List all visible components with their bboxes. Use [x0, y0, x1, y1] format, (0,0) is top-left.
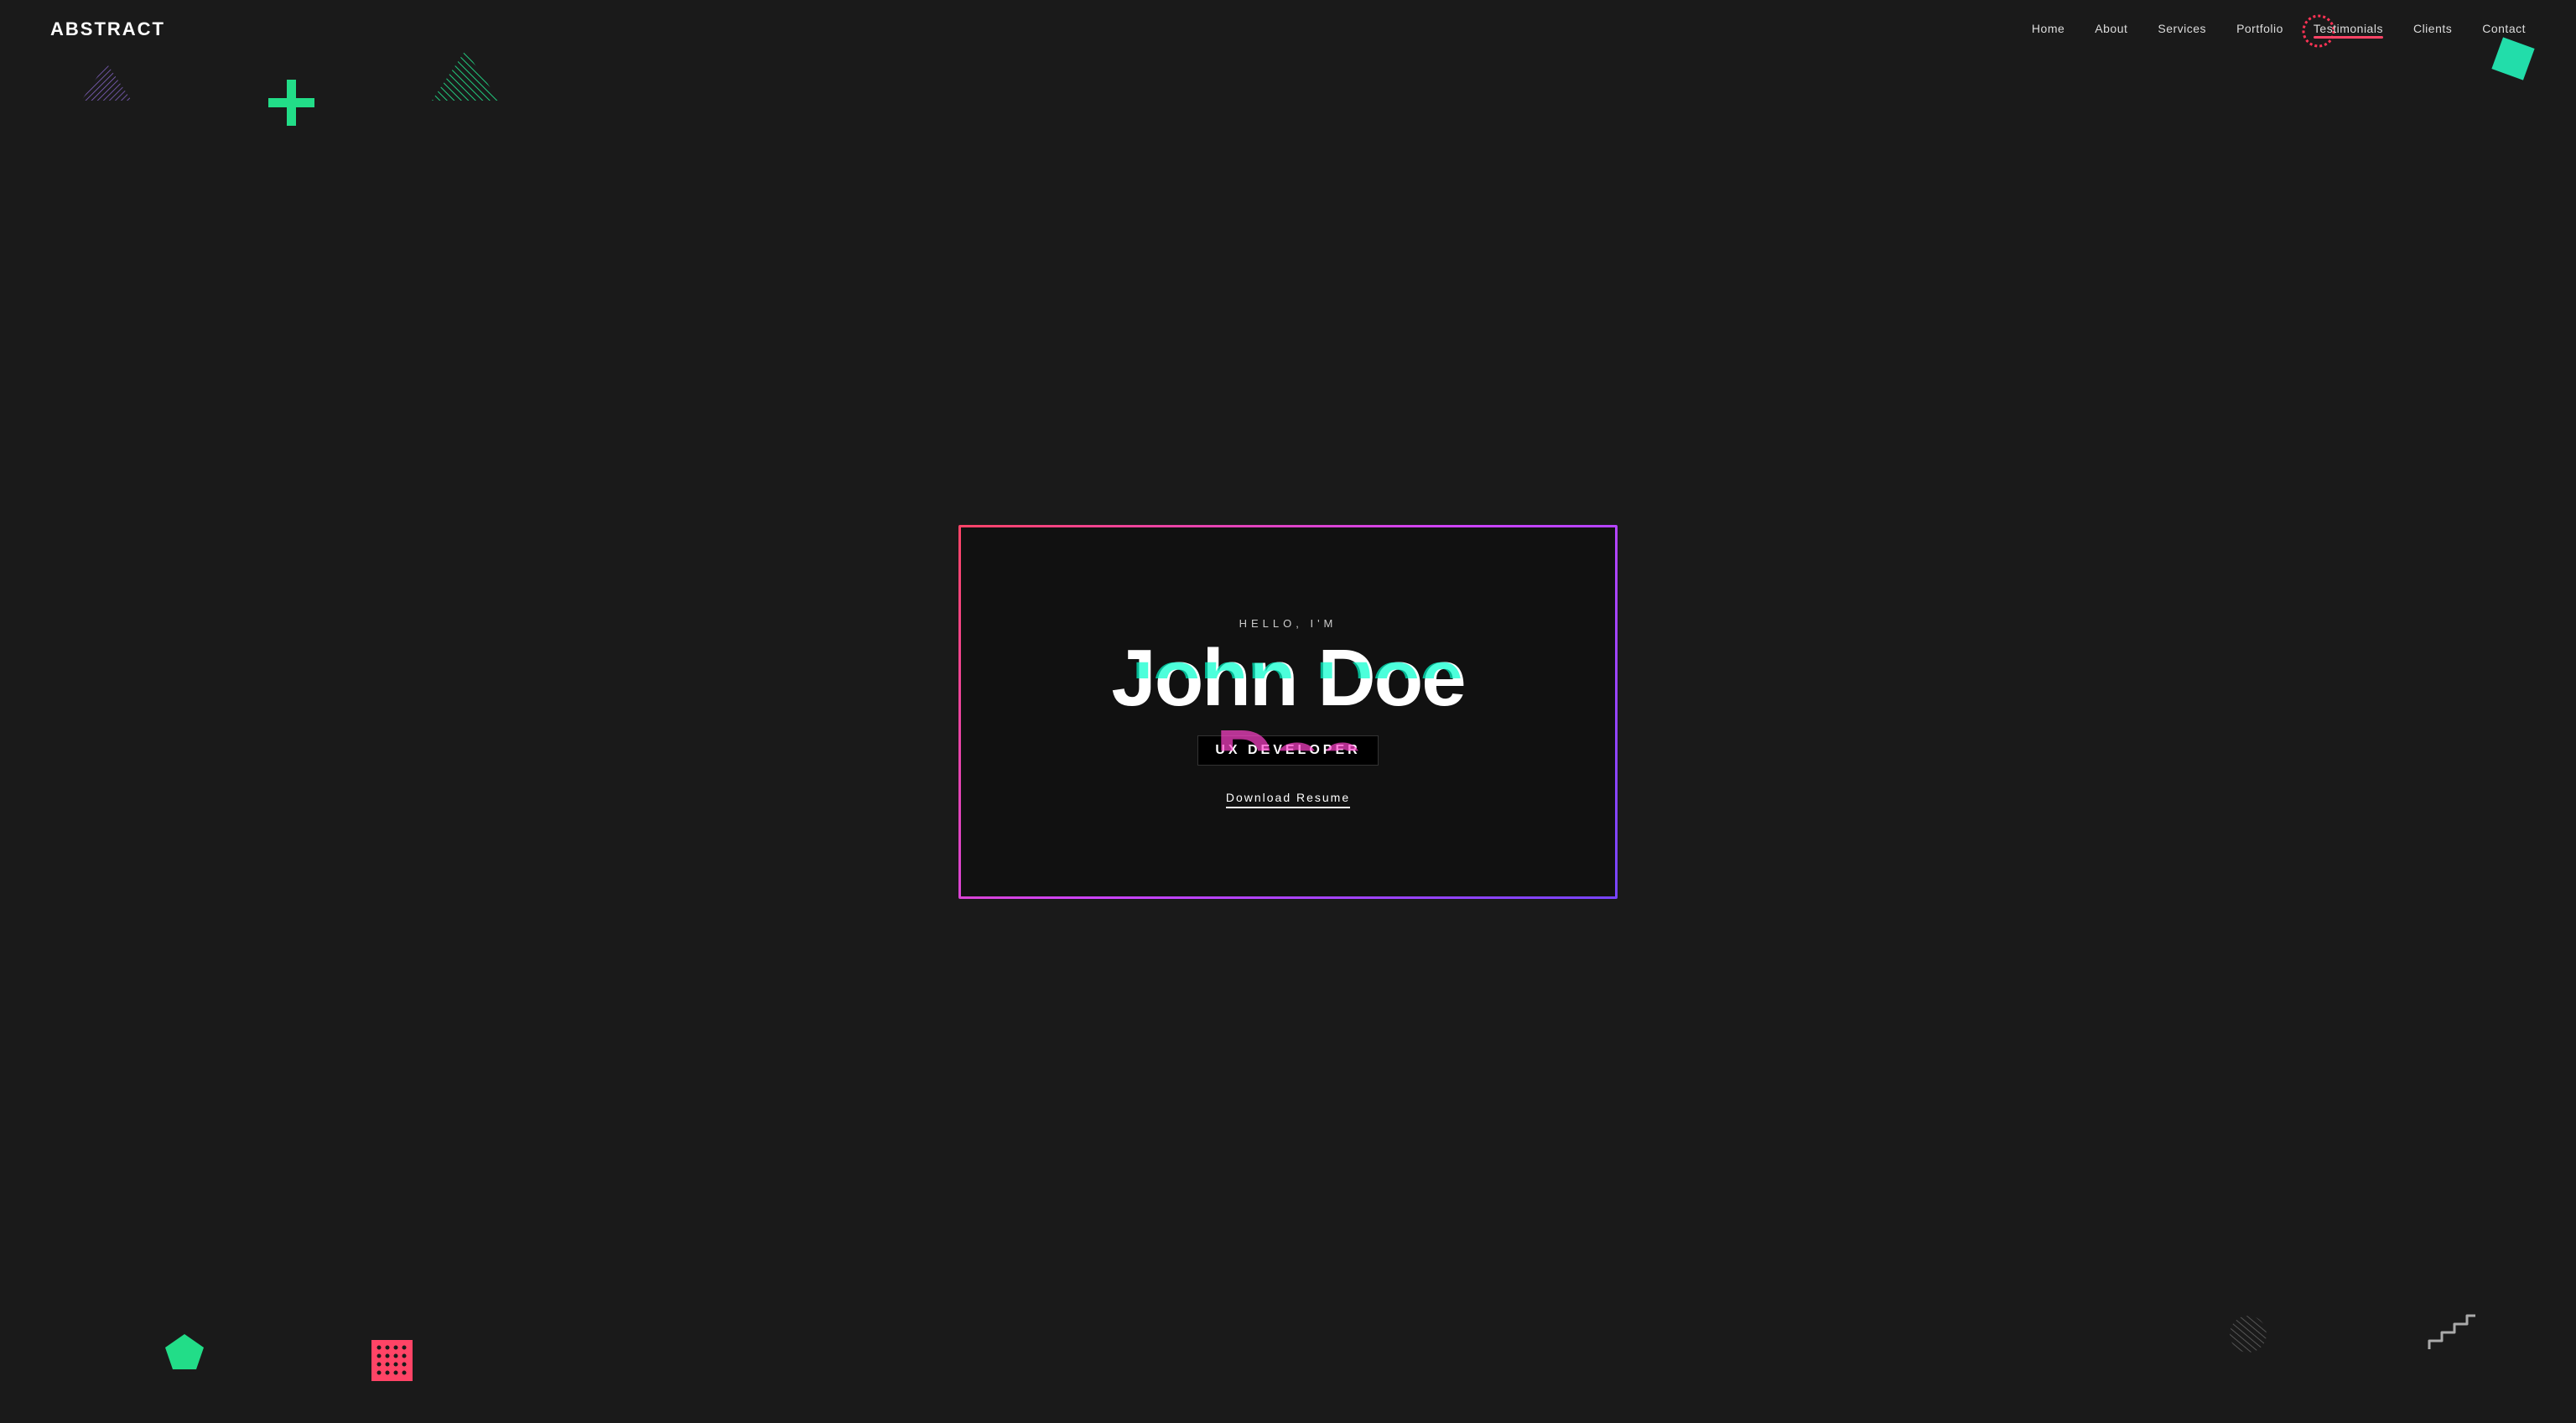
nav-item-portfolio[interactable]: Portfolio [2236, 22, 2283, 37]
nav-links: Home About Services Portfolio Testimonia… [2032, 22, 2526, 37]
site-logo[interactable]: ABSTRACT [50, 18, 165, 40]
hero-name: John Doe [1111, 638, 1464, 719]
hero-section: HELLO, I'M John Doe UX DEVELOPER Downloa… [0, 0, 2576, 1423]
download-resume-link[interactable]: Download Resume [1226, 791, 1350, 808]
nav-link-contact[interactable]: Contact [2482, 22, 2526, 35]
hero-greeting: HELLO, I'M [1111, 617, 1464, 630]
nav-item-services[interactable]: Services [2158, 22, 2206, 37]
nav-item-clients[interactable]: Clients [2413, 22, 2452, 37]
hero-content: HELLO, I'M John Doe UX DEVELOPER Downloa… [1111, 617, 1464, 806]
nav-link-about[interactable]: About [2095, 22, 2127, 35]
nav-link-home[interactable]: Home [2032, 22, 2064, 35]
navbar: ABSTRACT Home About Services Portfolio T… [0, 0, 2576, 59]
nav-link-services[interactable]: Services [2158, 22, 2206, 35]
nav-item-contact[interactable]: Contact [2482, 22, 2526, 37]
nav-item-testimonials[interactable]: Testimonials [2314, 22, 2383, 37]
nav-item-home[interactable]: Home [2032, 22, 2064, 37]
hero-box: HELLO, I'M John Doe UX DEVELOPER Downloa… [961, 527, 1615, 896]
nav-link-portfolio[interactable]: Portfolio [2236, 22, 2283, 35]
nav-item-about[interactable]: About [2095, 22, 2127, 37]
nav-link-testimonials[interactable]: Testimonials [2314, 22, 2383, 35]
nav-link-clients[interactable]: Clients [2413, 22, 2452, 35]
